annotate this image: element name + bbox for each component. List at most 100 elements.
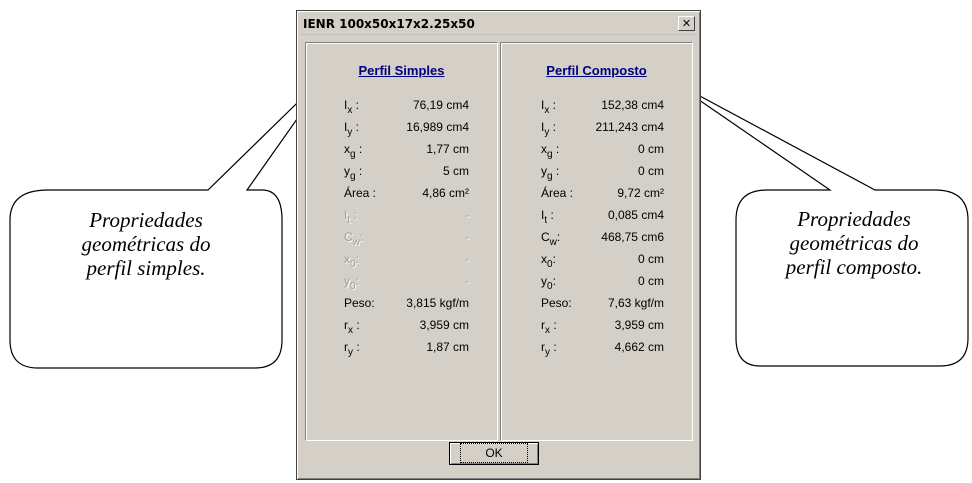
property-value: 4,86 cm² <box>422 186 469 200</box>
callout-left-text: Propriedades geométricas do perfil simpl… <box>30 208 262 280</box>
property-value: 211,243 cm4 <box>595 120 665 134</box>
property-value: - <box>465 274 469 288</box>
property-label: rx : <box>344 318 360 336</box>
callout-right-line: geométricas do <box>789 231 919 255</box>
property-value: 0 cm <box>637 252 664 266</box>
property-subscript: 0 <box>547 259 553 270</box>
property-row: x0: - <box>306 252 497 274</box>
property-label: x0: <box>541 252 556 270</box>
property-label: Cw: <box>344 230 363 248</box>
property-row: Peso: 7,63 kgf/m <box>501 296 692 318</box>
property-label-suffix: : <box>352 120 360 134</box>
property-label: Área : <box>344 186 376 200</box>
property-symbol: Área : <box>344 186 377 200</box>
property-row: Iy : 211,243 cm4 <box>501 120 692 142</box>
property-row: yg : 5 cm <box>306 164 497 186</box>
property-subscript: y <box>347 127 353 138</box>
ok-button-label: OK <box>460 443 528 463</box>
property-row: yg : 0 cm <box>501 164 692 186</box>
property-value: 3,959 cm <box>419 318 469 332</box>
property-label: It : <box>541 208 554 226</box>
property-label-suffix: : <box>350 208 357 222</box>
property-subscript: g <box>547 171 553 182</box>
property-label: yg : <box>541 164 560 182</box>
property-value: 468,75 cm6 <box>601 230 664 244</box>
property-value: 4,662 cm <box>614 340 664 354</box>
callout-right-text: Propriedades geométricas do perfil compo… <box>748 207 960 279</box>
property-value: 0 cm <box>637 142 664 156</box>
close-button[interactable]: ✕ <box>678 16 695 31</box>
property-label: y0: <box>344 274 359 292</box>
property-value: 3,959 cm <box>614 318 664 332</box>
property-value: 0,085 cm4 <box>607 208 664 222</box>
property-label-suffix: : <box>552 164 560 178</box>
property-row: Ix : 76,19 cm4 <box>306 98 497 120</box>
property-subscript: y <box>545 347 550 358</box>
callout-left-line: geométricas do <box>81 232 211 256</box>
property-value: 7,63 kgf/m <box>607 296 664 310</box>
property-subscript: w <box>549 237 557 248</box>
property-label: Peso: <box>541 296 572 310</box>
property-row: Área : 9,72 cm² <box>501 186 692 208</box>
properties-dialog: IENR 100x50x17x2.25x50 ✕ Perfil Simples … <box>296 10 701 480</box>
callout-left-line: perfil simples. <box>86 256 206 280</box>
property-label-suffix: : <box>550 318 557 332</box>
property-label-suffix: : <box>353 340 360 354</box>
property-subscript: t <box>544 215 548 226</box>
property-row: Cw: - <box>306 230 497 252</box>
property-label-suffix: : <box>552 142 560 156</box>
property-label: ry : <box>541 340 557 358</box>
property-label-suffix: : <box>556 230 561 244</box>
property-label: Ix : <box>541 98 557 116</box>
property-label: It : <box>344 208 357 226</box>
property-row: y0: 0 cm <box>501 274 692 296</box>
property-label: Área : <box>541 186 573 200</box>
property-row: Peso: 3,815 kgf/m <box>306 296 497 318</box>
property-value: 1,87 cm <box>426 340 469 354</box>
property-subscript: x <box>545 325 550 336</box>
property-subscript: y <box>544 127 550 138</box>
property-row: xg : 0 cm <box>501 142 692 164</box>
title-bar[interactable]: IENR 100x50x17x2.25x50 ✕ <box>300 14 697 35</box>
window-title: IENR 100x50x17x2.25x50 <box>303 17 475 31</box>
property-row: y0: - <box>306 274 497 296</box>
property-subscript: y <box>348 347 353 358</box>
property-value: - <box>465 252 469 266</box>
property-value: 76,19 cm4 <box>412 98 469 112</box>
property-value: 1,77 cm <box>426 142 469 156</box>
property-symbol: Área : <box>541 186 574 200</box>
ok-button[interactable]: OK <box>449 442 539 465</box>
property-value: 9,72 cm² <box>617 186 664 200</box>
callout-right-line: Propriedades <box>797 207 911 231</box>
property-label: Cw: <box>541 230 561 248</box>
property-label-suffix: : <box>550 340 557 354</box>
property-symbol: Peso: <box>541 296 572 310</box>
close-icon: ✕ <box>681 17 692 30</box>
callout-right-line: perfil composto. <box>785 255 923 279</box>
property-row: Área : 4,86 cm² <box>306 186 497 208</box>
property-value: - <box>465 230 469 244</box>
property-value: 0 cm <box>637 164 664 178</box>
property-subscript: x <box>347 105 353 116</box>
property-value: - <box>465 208 469 222</box>
property-subscript: x <box>544 105 550 116</box>
property-subscript: g <box>350 149 356 160</box>
callout-left-line: Propriedades <box>89 208 203 232</box>
property-value: 152,38 cm4 <box>601 98 664 112</box>
property-row: rx : 3,959 cm <box>501 318 692 340</box>
property-row: x0: 0 cm <box>501 252 692 274</box>
property-label-suffix: : <box>355 252 359 266</box>
property-value: 0 cm <box>637 274 664 288</box>
property-label-suffix: : <box>355 142 363 156</box>
property-label: Iy : <box>344 120 360 138</box>
property-row: ry : 1,87 cm <box>306 340 497 362</box>
property-label-suffix: : <box>549 98 557 112</box>
property-row: Cw: 468,75 cm6 <box>501 230 692 252</box>
property-row: xg : 1,77 cm <box>306 142 497 164</box>
property-symbol: C <box>344 230 353 244</box>
property-subscript: t <box>347 215 351 226</box>
property-symbol: Peso: <box>344 296 375 310</box>
property-label-suffix: : <box>352 98 360 112</box>
property-label: y0: <box>541 274 556 292</box>
panel-title-composto: Perfil Composto <box>546 63 647 78</box>
